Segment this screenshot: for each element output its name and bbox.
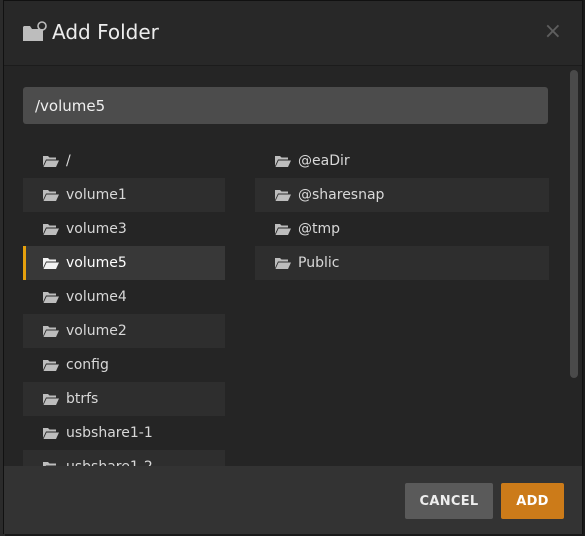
add-button[interactable]: ADD <box>501 483 564 519</box>
folder-label: Public <box>298 255 340 271</box>
folder-item[interactable]: volume1 <box>23 178 225 212</box>
folder-open-icon <box>43 360 59 371</box>
folder-open-icon <box>275 258 291 269</box>
folder-label: volume4 <box>66 289 127 305</box>
folder-list-left: / volume1 volume3 volume5 volume4 volume… <box>23 144 225 466</box>
dialog-title: Add Folder <box>52 20 159 44</box>
folder-item[interactable]: volume3 <box>23 212 225 246</box>
folder-item-selected[interactable]: volume5 <box>23 246 225 280</box>
folder-open-icon <box>43 258 59 269</box>
folder-item[interactable]: usbshare1-2 <box>23 450 225 466</box>
folder-open-icon <box>275 190 291 201</box>
folder-add-icon <box>23 21 47 41</box>
folder-list-right: @eaDir @sharesnap @tmp Public <box>255 144 549 280</box>
folder-open-icon <box>275 156 291 167</box>
folder-label: @eaDir <box>298 153 350 169</box>
folder-label: / <box>66 153 71 169</box>
folder-item[interactable]: Public <box>255 246 549 280</box>
folder-label: btrfs <box>66 391 99 407</box>
folder-open-icon <box>43 326 59 337</box>
folder-item[interactable]: @tmp <box>255 212 549 246</box>
folder-item[interactable]: / <box>23 144 225 178</box>
folder-label: usbshare1-1 <box>66 425 153 441</box>
folder-open-icon <box>43 190 59 201</box>
folder-open-icon <box>275 224 291 235</box>
folder-label: volume1 <box>66 187 127 203</box>
folder-path-input[interactable] <box>23 87 548 124</box>
dialog-header: Add Folder × <box>4 1 582 66</box>
folder-open-icon <box>43 428 59 439</box>
folder-label: @sharesnap <box>298 187 385 203</box>
folder-open-icon <box>43 394 59 405</box>
folder-item[interactable]: volume2 <box>23 314 225 348</box>
folder-item[interactable]: @sharesnap <box>255 178 549 212</box>
folder-item[interactable]: config <box>23 348 225 382</box>
folder-label: volume3 <box>66 221 127 237</box>
folder-item[interactable]: usbshare1-1 <box>23 416 225 450</box>
scrollbar[interactable] <box>570 70 578 378</box>
folder-open-icon <box>43 292 59 303</box>
folder-label: volume5 <box>66 255 127 271</box>
dialog-body: / volume1 volume3 volume5 volume4 volume… <box>4 66 582 466</box>
folder-open-icon <box>43 224 59 235</box>
folder-label: config <box>66 357 109 373</box>
folder-item[interactable]: volume4 <box>23 280 225 314</box>
dialog-footer: CANCEL ADD <box>4 466 582 534</box>
close-icon[interactable]: × <box>544 19 562 44</box>
folder-item[interactable]: btrfs <box>23 382 225 416</box>
folder-label: @tmp <box>298 221 341 237</box>
cancel-button[interactable]: CANCEL <box>405 483 493 519</box>
folder-label: usbshare1-2 <box>66 459 153 466</box>
add-folder-dialog: Add Folder × / volume1 volume3 volume5 <box>3 0 583 534</box>
folder-open-icon <box>43 156 59 167</box>
folder-item[interactable]: @eaDir <box>255 144 549 178</box>
folder-label: volume2 <box>66 323 127 339</box>
